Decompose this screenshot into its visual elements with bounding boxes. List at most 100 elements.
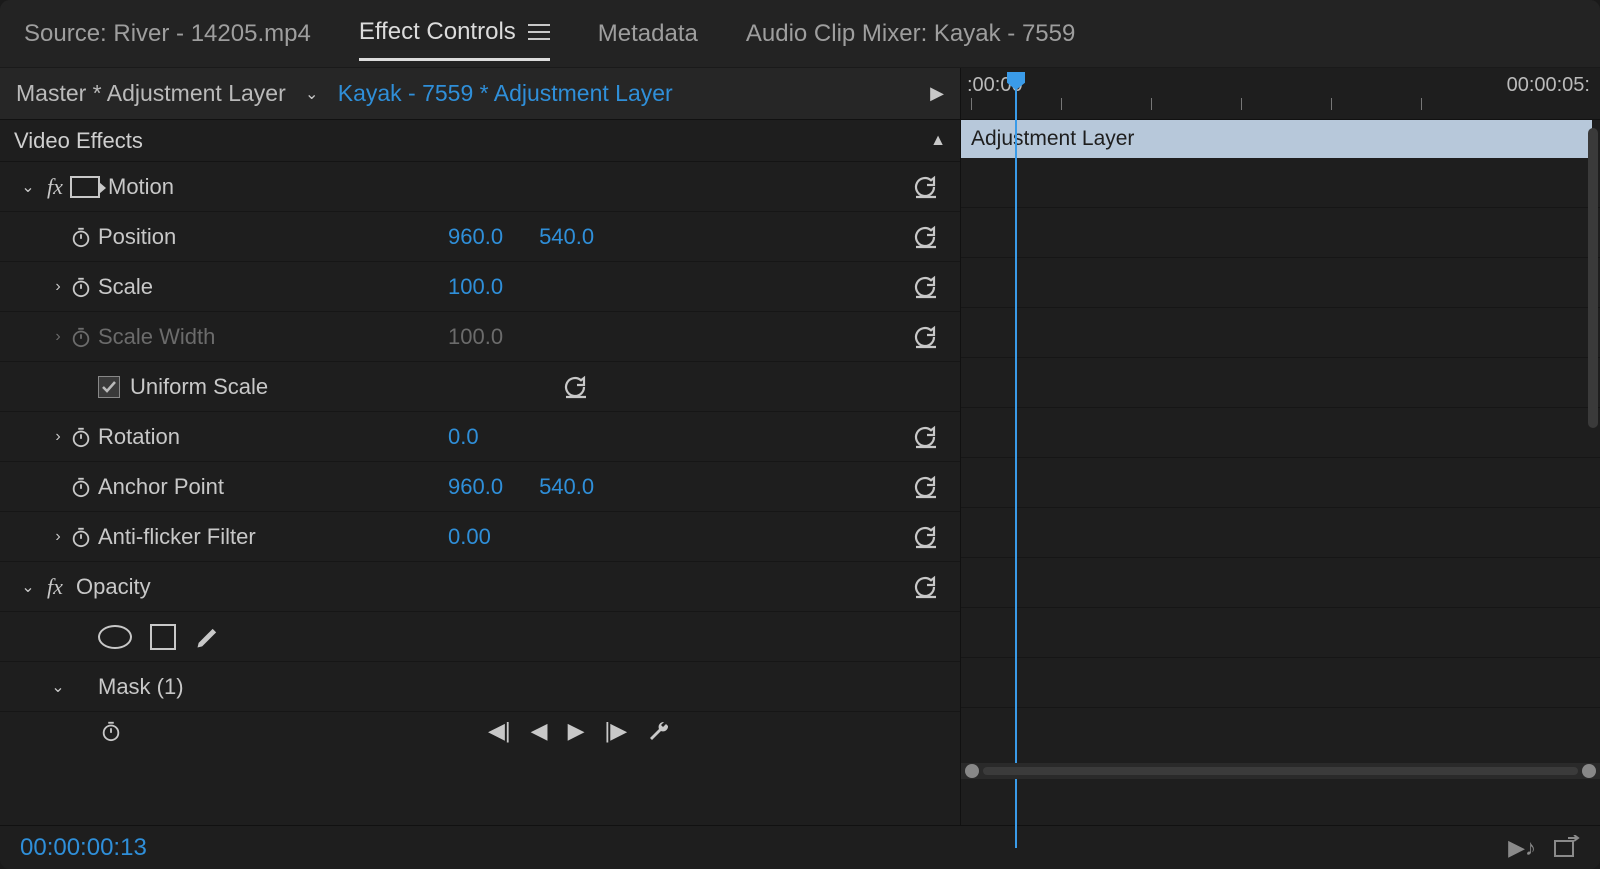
timeline-pane: :00:00 00:00:05: Adjustment Layer	[960, 68, 1600, 825]
tab-source[interactable]: Source: River - 14205.mp4	[24, 8, 311, 60]
scale-width-value: 100.0	[448, 324, 503, 350]
timeline-track-row	[961, 558, 1600, 608]
stopwatch-icon[interactable]	[70, 226, 98, 248]
chevron-down-icon[interactable]: ⌄	[300, 84, 324, 104]
timeline-track-row	[961, 258, 1600, 308]
mask-tools-row: ›	[0, 612, 960, 662]
scale-width-row: › Scale Width 100.0	[0, 312, 960, 362]
fx-badge-icon[interactable]: fx	[40, 574, 70, 600]
panel-footer: 00:00:00:13 ▶♪	[0, 825, 1600, 869]
panel-menu-icon[interactable]	[528, 24, 550, 40]
chevron-down-icon[interactable]: ⌄	[16, 177, 40, 197]
prev-frame-icon[interactable]: ◀	[531, 718, 548, 744]
effect-controls-panel: Source: River - 14205.mp4 Effect Control…	[0, 0, 1600, 869]
timeline-clip[interactable]: Adjustment Layer	[961, 120, 1592, 158]
opacity-effect-row[interactable]: ⌄ fx Opacity	[0, 562, 960, 612]
stopwatch-icon[interactable]	[70, 526, 98, 548]
chevron-right-icon[interactable]: ›	[46, 328, 70, 346]
timeline-track-row	[961, 208, 1600, 258]
anchor-y-value[interactable]: 540.0	[539, 474, 594, 500]
timeline-track-row	[961, 508, 1600, 558]
breadcrumb-master[interactable]: Master * Adjustment Layer	[16, 80, 286, 107]
fx-badge-icon[interactable]: fx	[40, 174, 70, 200]
timeline-track-row	[961, 158, 1600, 208]
next-keyframe-icon[interactable]: |▶	[604, 718, 627, 744]
transform-box-icon[interactable]	[70, 176, 100, 198]
chevron-right-icon[interactable]: ›	[46, 278, 70, 296]
anchor-point-label: Anchor Point	[98, 474, 224, 500]
toggle-audio-icon[interactable]: ▶♪	[1508, 835, 1536, 861]
stopwatch-icon[interactable]	[70, 426, 98, 448]
chevron-right-icon[interactable]: ›	[46, 528, 70, 546]
reset-icon[interactable]	[912, 475, 948, 499]
timeline-track-row	[961, 608, 1600, 658]
anti-flicker-value[interactable]: 0.00	[448, 524, 491, 550]
video-effects-label: Video Effects	[14, 128, 143, 154]
reset-icon[interactable]	[912, 425, 948, 449]
uniform-scale-checkbox[interactable]	[98, 376, 120, 398]
mask-row[interactable]: ⌄ Mask (1)	[0, 662, 960, 712]
prev-keyframe-icon[interactable]: ◀|	[488, 718, 511, 744]
video-effects-header[interactable]: Video Effects ▲	[0, 120, 960, 162]
wrench-icon[interactable]	[647, 719, 671, 743]
reset-icon[interactable]	[562, 375, 598, 399]
opacity-label: Opacity	[76, 574, 151, 600]
rotation-value[interactable]: 0.0	[448, 424, 479, 450]
scale-row: › Scale 100.0	[0, 262, 960, 312]
reset-icon[interactable]	[912, 325, 948, 349]
stopwatch-icon[interactable]	[70, 276, 98, 298]
scroll-handle-right[interactable]	[1582, 764, 1596, 778]
rectangle-mask-icon[interactable]	[150, 624, 176, 650]
position-y-value[interactable]: 540.0	[539, 224, 594, 250]
breadcrumb-clip[interactable]: Kayak - 7559 * Adjustment Layer	[338, 80, 673, 107]
stopwatch-icon	[70, 326, 98, 348]
chevron-right-icon[interactable]: ›	[46, 428, 70, 446]
uniform-scale-label: Uniform Scale	[130, 374, 268, 400]
position-x-value[interactable]: 960.0	[448, 224, 503, 250]
anti-flicker-row: › Anti-flicker Filter 0.00	[0, 512, 960, 562]
stopwatch-icon[interactable]	[100, 720, 128, 742]
timeline-track-row	[961, 658, 1600, 708]
vertical-scrollbar[interactable]	[1588, 128, 1598, 428]
pen-mask-icon[interactable]	[194, 623, 222, 651]
reset-icon[interactable]	[912, 225, 948, 249]
current-timecode[interactable]: 00:00:00:13	[20, 834, 147, 862]
reset-icon[interactable]	[912, 575, 948, 599]
reset-icon[interactable]	[912, 175, 948, 199]
stopwatch-icon[interactable]	[70, 476, 98, 498]
scroll-handle-left[interactable]	[965, 764, 979, 778]
anchor-x-value[interactable]: 960.0	[448, 474, 503, 500]
reset-icon[interactable]	[912, 275, 948, 299]
timeline-clip-label: Adjustment Layer	[971, 127, 1134, 151]
mask-path-row: › ◀| ◀ ▶ |▶	[0, 712, 960, 750]
export-frame-icon[interactable]	[1554, 835, 1580, 861]
timeline-track-row	[961, 308, 1600, 358]
reset-icon[interactable]	[912, 525, 948, 549]
timeline-track-row	[961, 408, 1600, 458]
tab-effect-controls[interactable]: Effect Controls	[359, 6, 550, 61]
scroll-thumb[interactable]	[983, 767, 1578, 775]
anchor-point-row: › Anchor Point 960.0 540.0	[0, 462, 960, 512]
tab-effect-controls-label: Effect Controls	[359, 18, 516, 46]
panel-tabs: Source: River - 14205.mp4 Effect Control…	[0, 0, 1600, 68]
scale-label: Scale	[98, 274, 153, 300]
motion-effect-row[interactable]: ⌄ fx Motion	[0, 162, 960, 212]
horizontal-scrollbar[interactable]	[961, 763, 1600, 779]
collapse-up-icon[interactable]: ▲	[930, 132, 946, 150]
mask-label: Mask (1)	[98, 674, 184, 700]
chevron-down-icon[interactable]: ⌄	[16, 577, 40, 597]
tab-audio-clip-mixer[interactable]: Audio Clip Mixer: Kayak - 7559	[746, 8, 1075, 60]
scale-value[interactable]: 100.0	[448, 274, 503, 300]
timeline-track-row	[961, 458, 1600, 508]
tab-metadata[interactable]: Metadata	[598, 8, 698, 60]
next-frame-icon[interactable]: ▶	[568, 718, 585, 744]
playhead-line	[1015, 88, 1017, 848]
ellipse-mask-icon[interactable]	[98, 625, 132, 649]
timeline-tracks	[961, 158, 1600, 825]
clip-breadcrumb: Master * Adjustment Layer ⌄ Kayak - 7559…	[0, 68, 960, 120]
motion-label: Motion	[108, 174, 174, 200]
play-icon[interactable]: ▶	[930, 83, 944, 104]
chevron-down-icon[interactable]: ⌄	[46, 677, 70, 697]
timeline-ruler[interactable]: :00:00 00:00:05:	[961, 68, 1600, 120]
position-label: Position	[98, 224, 176, 250]
